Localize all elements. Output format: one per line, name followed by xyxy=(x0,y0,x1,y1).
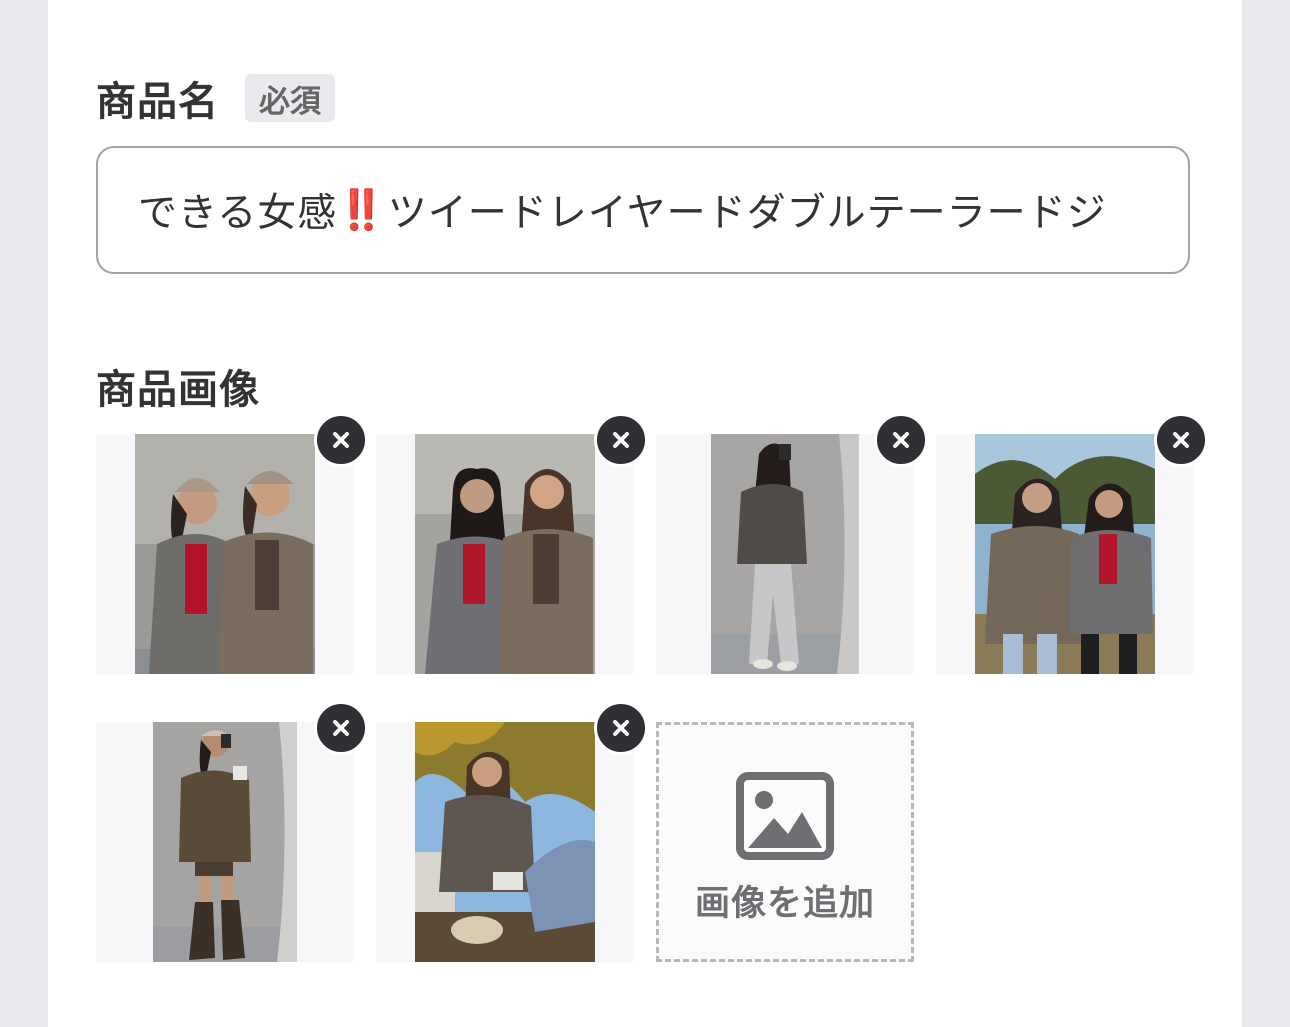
product-name-label: 商品名 xyxy=(96,79,219,125)
product-image-4[interactable] xyxy=(936,413,1208,674)
photo-mirror-selfie xyxy=(711,434,859,674)
remove-image-button[interactable] xyxy=(314,701,368,755)
photo-mirror-selfie-boots xyxy=(153,722,297,962)
product-image-5[interactable] xyxy=(96,701,368,962)
image-icon xyxy=(736,772,834,860)
product-name-label-row: 商品名 必須 xyxy=(96,70,335,126)
close-icon xyxy=(1173,432,1189,448)
photo-woman-autumn-tree xyxy=(415,722,595,962)
add-image-label: 画像を追加 xyxy=(694,884,875,924)
close-icon xyxy=(613,432,629,448)
product-name-field[interactable]: できる女感 ‼️ ツイードレイヤードダブルテーラードジ xyxy=(96,146,1190,274)
product-image-1[interactable] xyxy=(96,413,368,674)
product-images-label: 商品画像 xyxy=(96,367,260,413)
close-icon xyxy=(893,432,909,448)
close-icon xyxy=(333,432,349,448)
product-name-input[interactable]: できる女感 ‼️ ツイードレイヤードダブルテーラードジ xyxy=(138,148,1188,272)
remove-image-button[interactable] xyxy=(594,413,648,467)
product-image-3[interactable] xyxy=(656,413,928,674)
required-badge: 必須 xyxy=(245,74,335,122)
product-name-value-suffix: ツイードレイヤードダブルテーラードジ xyxy=(387,191,1107,236)
photo-two-women-outdoor xyxy=(975,434,1155,674)
remove-image-button[interactable] xyxy=(314,413,368,467)
product-image-6[interactable] xyxy=(376,701,648,962)
double-exclamation-emoji: ‼️ xyxy=(337,188,386,233)
photo-two-women-caps xyxy=(135,434,315,674)
remove-image-button[interactable] xyxy=(874,413,928,467)
remove-image-button[interactable] xyxy=(594,701,648,755)
photo-two-women-glasses xyxy=(415,434,595,674)
remove-image-button[interactable] xyxy=(1154,413,1208,467)
close-icon xyxy=(333,720,349,736)
product-name-value-prefix: できる女感 xyxy=(138,191,338,236)
close-icon xyxy=(613,720,629,736)
product-image-2[interactable] xyxy=(376,413,648,674)
add-image-button[interactable]: 画像を追加 xyxy=(656,722,914,962)
product-images-label-row: 商品画像 xyxy=(96,358,260,414)
